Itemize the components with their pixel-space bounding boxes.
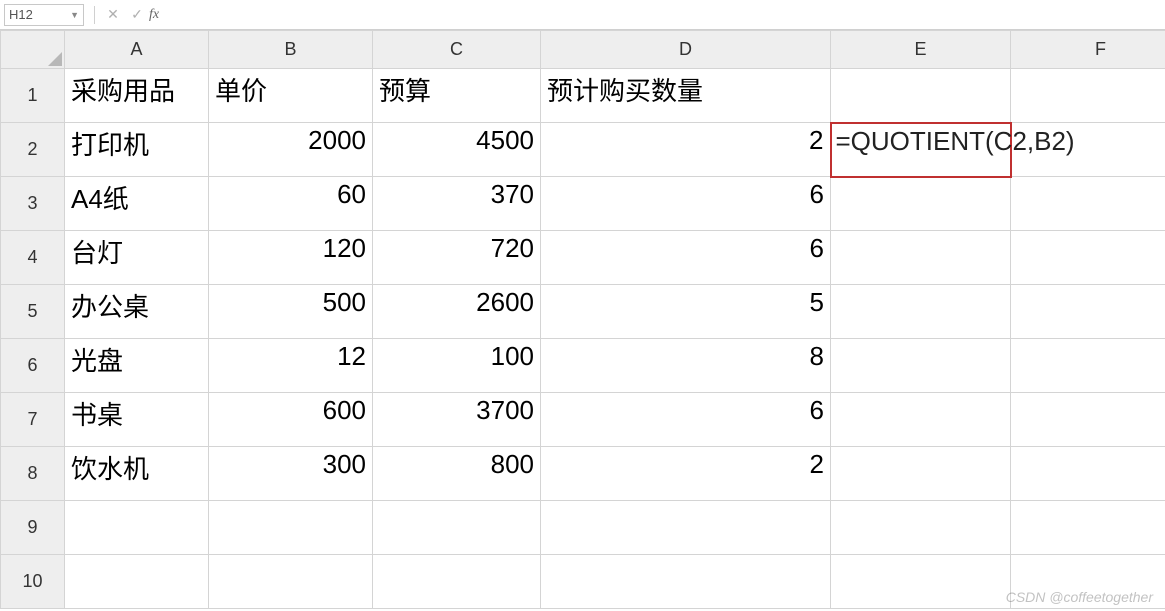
row-header-9[interactable]: 9 [1, 501, 65, 555]
cell-F5[interactable] [1011, 285, 1165, 339]
cell-C6[interactable]: 100 [373, 339, 541, 393]
cell-D4[interactable]: 6 [541, 231, 831, 285]
cancel-icon[interactable]: ✕ [101, 4, 125, 26]
cell-D3[interactable]: 6 [541, 177, 831, 231]
cell-C10[interactable] [373, 555, 541, 609]
cell-C2[interactable]: 4500 [373, 123, 541, 177]
cell-B10[interactable] [209, 555, 373, 609]
cell-E7[interactable] [831, 393, 1011, 447]
cell-A2[interactable]: 打印机 [65, 123, 209, 177]
cell-E3[interactable] [831, 177, 1011, 231]
cell-C9[interactable] [373, 501, 541, 555]
cell-A3[interactable]: A4纸 [65, 177, 209, 231]
cell-D10[interactable] [541, 555, 831, 609]
name-box[interactable]: H12 ▼ [4, 4, 84, 26]
col-header-D[interactable]: D [541, 31, 831, 69]
cell-B5[interactable]: 500 [209, 285, 373, 339]
cell-F8[interactable] [1011, 447, 1165, 501]
cell-A5[interactable]: 办公桌 [65, 285, 209, 339]
cell-E8[interactable] [831, 447, 1011, 501]
cell-A4[interactable]: 台灯 [65, 231, 209, 285]
cell-C1[interactable]: 预算 [373, 69, 541, 123]
cell-F9[interactable] [1011, 501, 1165, 555]
cell-B2[interactable]: 2000 [209, 123, 373, 177]
confirm-icon[interactable]: ✓ [125, 4, 149, 26]
cell-D9[interactable] [541, 501, 831, 555]
cell-F1[interactable] [1011, 69, 1165, 123]
cell-E6[interactable] [831, 339, 1011, 393]
cell-B3[interactable]: 60 [209, 177, 373, 231]
row-header-7[interactable]: 7 [1, 393, 65, 447]
cell-A7[interactable]: 书桌 [65, 393, 209, 447]
cell-B1[interactable]: 单价 [209, 69, 373, 123]
col-header-C[interactable]: C [373, 31, 541, 69]
row-header-8[interactable]: 8 [1, 447, 65, 501]
col-header-A[interactable]: A [65, 31, 209, 69]
cell-C5[interactable]: 2600 [373, 285, 541, 339]
cell-E5[interactable] [831, 285, 1011, 339]
cell-F7[interactable] [1011, 393, 1165, 447]
cell-A6[interactable]: 光盘 [65, 339, 209, 393]
cell-C4[interactable]: 720 [373, 231, 541, 285]
row-header-2[interactable]: 2 [1, 123, 65, 177]
chevron-down-icon[interactable]: ▼ [70, 10, 79, 20]
cell-C7[interactable]: 3700 [373, 393, 541, 447]
name-box-value: H12 [9, 7, 33, 22]
cell-E1[interactable] [831, 69, 1011, 123]
cell-B8[interactable]: 300 [209, 447, 373, 501]
cell-A8[interactable]: 饮水机 [65, 447, 209, 501]
cell-F4[interactable] [1011, 231, 1165, 285]
spreadsheet-grid: A B C D E F 1 采购用品 单价 预算 预计购买数量 2 打印机 20… [0, 30, 1165, 609]
row-header-3[interactable]: 3 [1, 177, 65, 231]
row-header-10[interactable]: 10 [1, 555, 65, 609]
col-header-F[interactable]: F [1011, 31, 1165, 69]
cell-D5[interactable]: 5 [541, 285, 831, 339]
cell-A1[interactable]: 采购用品 [65, 69, 209, 123]
cell-D2[interactable]: 2 [541, 123, 831, 177]
row-header-6[interactable]: 6 [1, 339, 65, 393]
cell-E9[interactable] [831, 501, 1011, 555]
cell-A9[interactable] [65, 501, 209, 555]
fx-icon[interactable]: fx [149, 7, 159, 23]
row-header-4[interactable]: 4 [1, 231, 65, 285]
col-header-E[interactable]: E [831, 31, 1011, 69]
watermark-text: CSDN @coffeetogether [1006, 589, 1153, 605]
cell-F6[interactable] [1011, 339, 1165, 393]
cell-B7[interactable]: 600 [209, 393, 373, 447]
cell-E4[interactable] [831, 231, 1011, 285]
cell-B4[interactable]: 120 [209, 231, 373, 285]
cell-D6[interactable]: 8 [541, 339, 831, 393]
row-header-1[interactable]: 1 [1, 69, 65, 123]
cell-D7[interactable]: 6 [541, 393, 831, 447]
cell-C8[interactable]: 800 [373, 447, 541, 501]
cell-D8[interactable]: 2 [541, 447, 831, 501]
cell-E10[interactable] [831, 555, 1011, 609]
cell-A10[interactable] [65, 555, 209, 609]
cell-E2[interactable]: =QUOTIENT(C2,B2) [831, 123, 1011, 177]
cell-C3[interactable]: 370 [373, 177, 541, 231]
col-header-B[interactable]: B [209, 31, 373, 69]
divider [94, 6, 95, 24]
cell-F3[interactable] [1011, 177, 1165, 231]
cell-D1[interactable]: 预计购买数量 [541, 69, 831, 123]
cell-B9[interactable] [209, 501, 373, 555]
select-all-corner[interactable] [1, 31, 65, 69]
formula-input[interactable] [167, 4, 1165, 26]
cell-B6[interactable]: 12 [209, 339, 373, 393]
formula-bar: H12 ▼ ✕ ✓ fx [0, 0, 1165, 30]
row-header-5[interactable]: 5 [1, 285, 65, 339]
